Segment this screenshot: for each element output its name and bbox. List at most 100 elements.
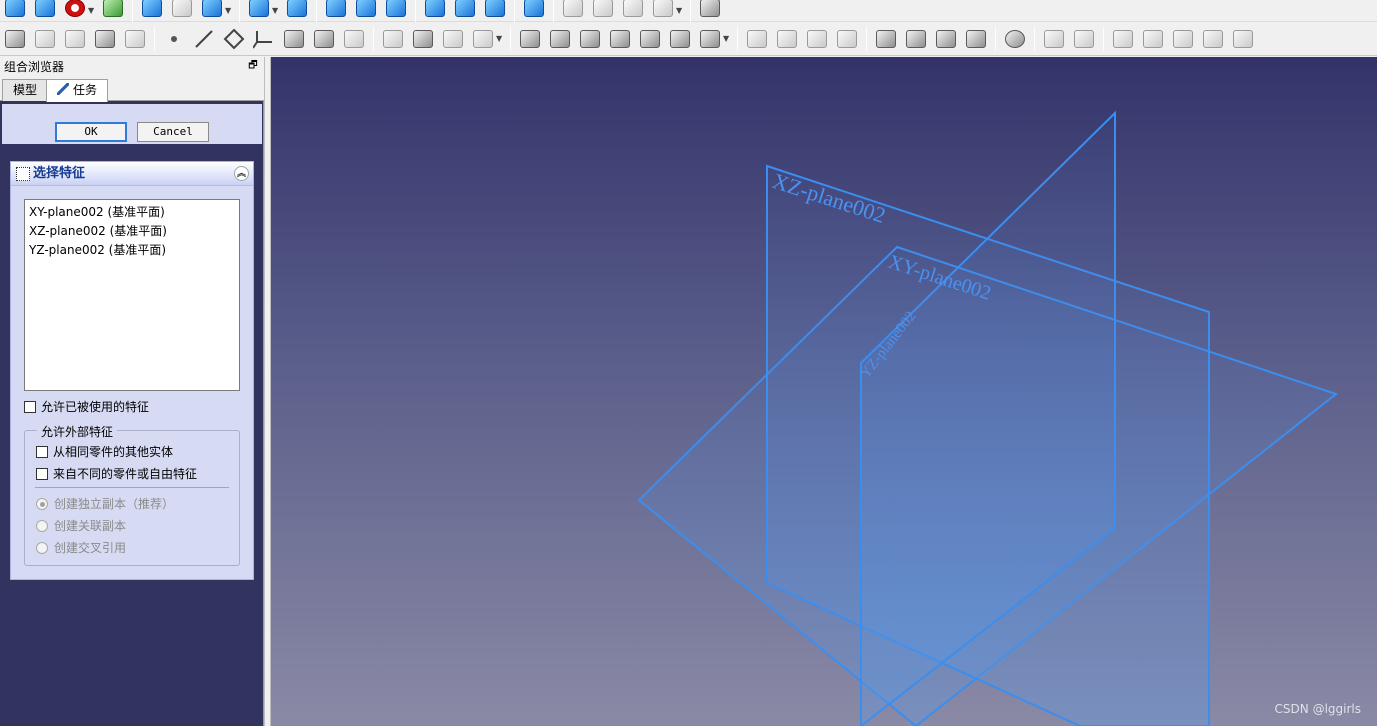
whats-this-icon[interactable] [697, 0, 723, 18]
subtractive-primitive-icon[interactable] [667, 26, 693, 52]
revolution-icon[interactable] [311, 26, 337, 52]
forward-icon[interactable] [169, 0, 195, 18]
cancel-button[interactable]: Cancel [137, 122, 209, 142]
selection-icon [16, 167, 30, 181]
view-front-icon[interactable] [323, 0, 349, 18]
part-icon[interactable] [560, 0, 586, 18]
linear-pattern-icon[interactable] [744, 26, 770, 52]
mirrored-icon[interactable] [697, 26, 723, 52]
thickness-icon[interactable] [933, 26, 959, 52]
fit-selection-icon[interactable] [32, 0, 58, 18]
draft-icon[interactable] [903, 26, 929, 52]
fit-all-icon[interactable] [2, 0, 28, 18]
view-bottom-icon[interactable] [452, 0, 478, 18]
radio-dot[interactable] [36, 498, 48, 510]
checkbox-box[interactable] [36, 446, 48, 458]
allow-used-checkbox[interactable]: 允许已被使用的特征 [24, 398, 149, 415]
chamfer-icon[interactable] [873, 26, 899, 52]
subtractive-helix-icon[interactable] [637, 26, 663, 52]
link-dropdown-icon[interactable]: ▼ [676, 6, 684, 15]
allow-used-label: 允许已被使用的特征 [41, 400, 150, 414]
polar-pattern-icon[interactable] [774, 26, 800, 52]
sub-shape-binder-icon[interactable] [62, 26, 88, 52]
local-cs-icon[interactable] [251, 26, 277, 52]
checkbox-box[interactable] [36, 468, 48, 480]
zoom-dropdown-icon[interactable]: ▼ [272, 6, 280, 15]
pocket-icon[interactable] [470, 26, 496, 52]
float-panel-icon[interactable]: 🗗 [247, 60, 259, 72]
zoom-icon[interactable] [246, 0, 272, 18]
boolean-icon[interactable] [963, 26, 989, 52]
datum-plane-icon[interactable] [221, 26, 247, 52]
view-axo-icon[interactable] [284, 0, 310, 18]
view-left-icon[interactable] [482, 0, 508, 18]
hole-icon[interactable] [517, 26, 543, 52]
subtractive-loft-icon[interactable] [577, 26, 603, 52]
link-icon[interactable] [620, 0, 646, 18]
workbench-dropdown-icon[interactable]: ▼ [225, 6, 233, 15]
external-features-group: 允许外部特征 从相同零件的其他实体 来自不同的零件或自由特征 创建独立副本（推荐… [24, 423, 240, 566]
datum-point-icon[interactable] [161, 26, 187, 52]
3d-viewport[interactable]: XZ-plane002 XY-plane002 YZ-plane002 CSDN… [271, 57, 1377, 726]
body-icon[interactable] [2, 26, 28, 52]
section-icon[interactable] [1170, 26, 1196, 52]
draw-style-icon[interactable] [62, 0, 88, 18]
subtractive-pipe-icon[interactable] [607, 26, 633, 52]
combo-view-panel: 组合浏览器 🗗 模型 任务 OK Cancel 选择特征 ︽ XY-plane0… [0, 57, 264, 726]
sync-view-icon[interactable] [100, 0, 126, 18]
additive-loft-icon[interactable] [341, 26, 367, 52]
fem-icon[interactable] [1140, 26, 1166, 52]
feature-list[interactable]: XY-plane002 (基准平面) XZ-plane002 (基准平面) YZ… [24, 199, 240, 391]
primitive-dropdown-icon[interactable]: ▼ [496, 34, 504, 43]
multi-transform-icon[interactable] [804, 26, 830, 52]
tab-task[interactable]: 任务 [46, 79, 109, 102]
view-top-icon[interactable] [353, 0, 379, 18]
subtractive-dropdown-icon[interactable]: ▼ [723, 34, 731, 43]
select-feature-panel: 选择特征 ︽ XY-plane002 (基准平面) XZ-plane002 (基… [10, 161, 254, 580]
measure-icon[interactable] [521, 0, 547, 18]
checkbox-box[interactable] [24, 401, 36, 413]
additive-primitive-icon[interactable] [440, 26, 466, 52]
radio-dot[interactable] [36, 542, 48, 554]
same-part-checkbox[interactable]: 从相同零件的其他实体 [36, 443, 173, 460]
hole-wizard-icon[interactable] [1110, 26, 1136, 52]
shaft-wizard-icon[interactable] [1071, 26, 1097, 52]
workbench-icon[interactable] [199, 0, 225, 18]
datum-line-icon[interactable] [191, 26, 217, 52]
sprocket-icon[interactable] [1002, 26, 1028, 52]
radio-dot[interactable] [36, 520, 48, 532]
involute-gear-icon[interactable] [1041, 26, 1067, 52]
select-feature-header[interactable]: 选择特征 ︽ [11, 162, 253, 186]
additive-pad-icon[interactable] [281, 26, 307, 52]
tab-model[interactable]: 模型 [2, 79, 49, 101]
export-icon[interactable] [1230, 26, 1256, 52]
shape-binder-icon[interactable] [32, 26, 58, 52]
view-rear-icon[interactable] [422, 0, 448, 18]
list-item[interactable]: XY-plane002 (基准平面) [29, 203, 235, 222]
collapse-icon[interactable]: ︽ [234, 166, 249, 181]
independent-copy-label: 创建独立副本（推荐） [54, 497, 175, 511]
view-right-icon[interactable] [383, 0, 409, 18]
toolbar-separator [132, 0, 133, 23]
toolbar-separator [239, 0, 240, 23]
list-item[interactable]: XZ-plane002 (基准平面) [29, 222, 235, 241]
groove-icon[interactable] [547, 26, 573, 52]
dependent-copy-radio[interactable]: 创建关联副本 [36, 517, 126, 534]
helix-icon[interactable] [410, 26, 436, 52]
ok-button[interactable]: OK [55, 122, 127, 142]
additive-pipe-icon[interactable] [380, 26, 406, 52]
panel-tabs: 模型 任务 [0, 77, 264, 102]
link-make-icon[interactable] [650, 0, 676, 18]
independent-copy-radio[interactable]: 创建独立副本（推荐） [36, 495, 174, 512]
fillet-icon[interactable] [834, 26, 860, 52]
cross-reference-radio[interactable]: 创建交叉引用 [36, 539, 126, 556]
different-part-checkbox[interactable]: 来自不同的零件或自由特征 [36, 465, 197, 482]
create-sketch-icon[interactable] [122, 26, 148, 52]
panel-splitter[interactable] [264, 57, 271, 726]
cross-section-icon[interactable] [1200, 26, 1226, 52]
clone-icon[interactable] [92, 26, 118, 52]
group-icon[interactable] [590, 0, 616, 18]
list-item[interactable]: YZ-plane002 (基准平面) [29, 241, 235, 260]
draw-style-dropdown-icon[interactable]: ▼ [88, 6, 96, 15]
back-icon[interactable] [139, 0, 165, 18]
